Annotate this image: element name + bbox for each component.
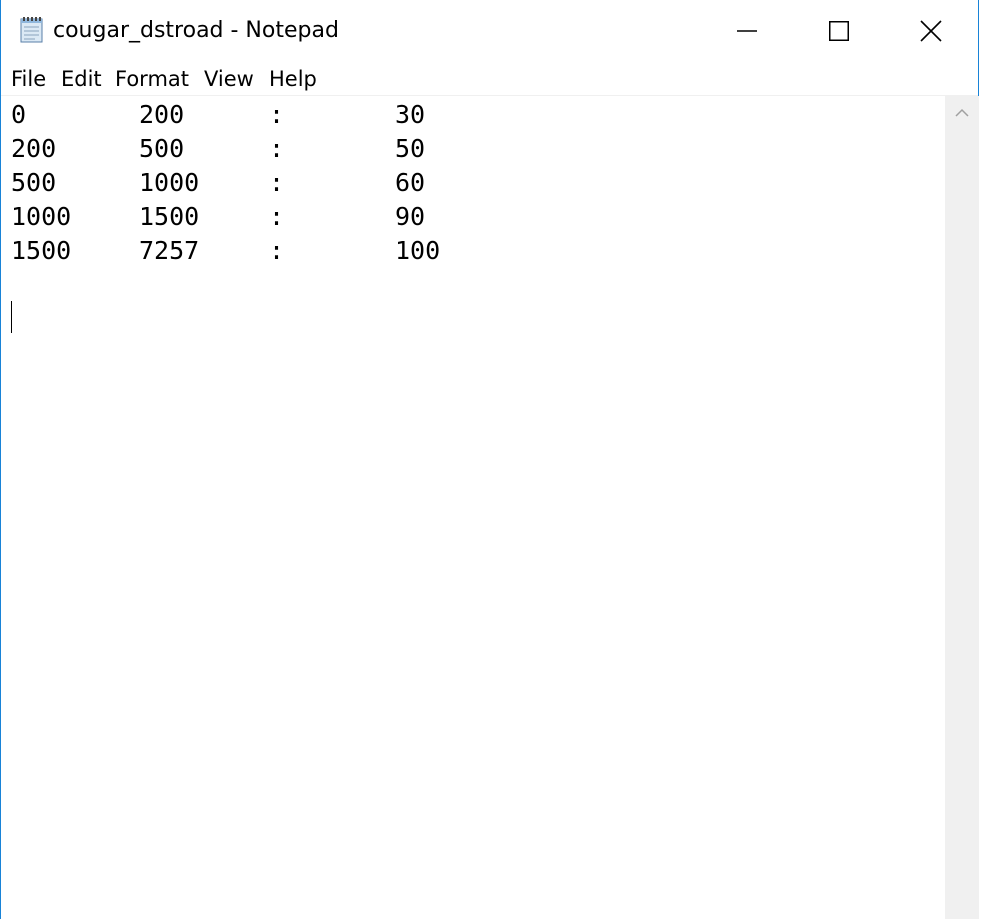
- text-cell: 500: [139, 134, 185, 163]
- notepad-window: cougar_dstroad - Notepad File Edit Forma…: [0, 0, 979, 919]
- close-button[interactable]: [885, 0, 977, 62]
- text-cell: 200: [139, 100, 185, 129]
- maximize-button[interactable]: [793, 0, 885, 62]
- chevron-up-icon: [955, 108, 969, 117]
- text-cell: 30: [395, 100, 426, 129]
- menu-file[interactable]: File: [11, 64, 46, 94]
- text-cell: 200: [11, 134, 57, 163]
- text-cell: 1000: [11, 202, 72, 231]
- text-cell: 1500: [11, 236, 72, 265]
- text-cell: 500: [11, 168, 57, 197]
- text-editor[interactable]: 0 200 : 30 200 500 : 50 500 1000 : 60 10…: [1, 96, 945, 919]
- scroll-up-button[interactable]: [945, 96, 979, 130]
- menu-edit[interactable]: Edit: [61, 64, 102, 94]
- window-title: cougar_dstroad - Notepad: [53, 18, 339, 43]
- title-bar[interactable]: cougar_dstroad - Notepad: [1, 0, 978, 62]
- notepad-icon: [20, 17, 43, 43]
- text-cell: 1500: [139, 202, 200, 231]
- text-cell: :: [269, 202, 285, 231]
- text-caret: [11, 301, 12, 333]
- close-icon: [920, 20, 942, 42]
- maximize-icon: [829, 21, 849, 41]
- minimize-button[interactable]: [701, 0, 793, 62]
- vertical-scrollbar[interactable]: [945, 96, 979, 919]
- menu-help[interactable]: Help: [269, 64, 317, 94]
- text-cell: 7257: [139, 236, 200, 265]
- text-cell: 1000: [139, 168, 200, 197]
- text-cell: :: [269, 168, 285, 197]
- menu-view[interactable]: View: [204, 64, 254, 94]
- menu-format[interactable]: Format: [115, 64, 189, 94]
- text-cell: 90: [395, 202, 426, 231]
- text-cell: 60: [395, 168, 426, 197]
- text-cell: 100: [395, 236, 441, 265]
- text-cell: :: [269, 236, 285, 265]
- text-cell: :: [269, 134, 285, 163]
- minimize-icon: [737, 30, 757, 32]
- menu-bar: File Edit Format View Help: [1, 62, 978, 96]
- text-cell: :: [269, 100, 285, 129]
- text-cell: 0: [11, 100, 27, 129]
- text-cell: 50: [395, 134, 426, 163]
